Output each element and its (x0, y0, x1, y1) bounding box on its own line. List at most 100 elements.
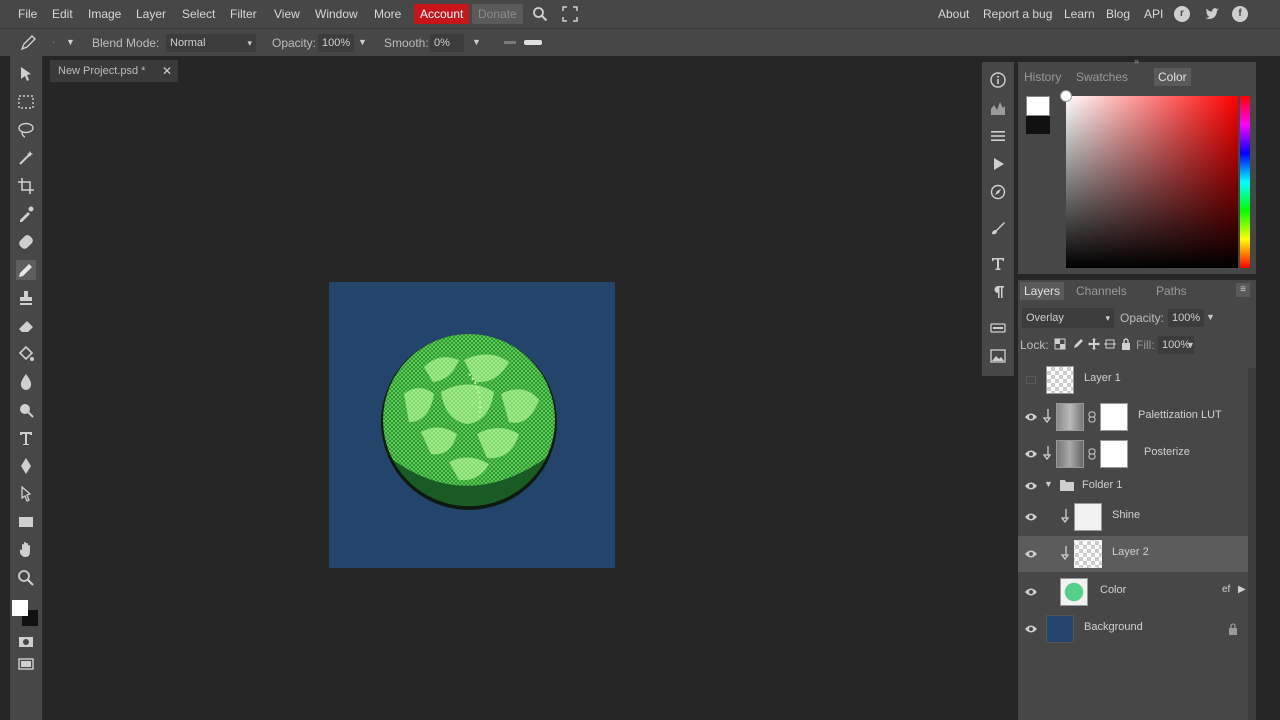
type-tool-icon[interactable] (16, 428, 36, 448)
search-icon[interactable] (532, 6, 548, 22)
zoom-tool-icon[interactable] (16, 568, 36, 588)
actions-play-icon[interactable] (988, 154, 1008, 174)
paint-bucket-icon[interactable] (16, 344, 36, 364)
lasso-icon[interactable] (16, 120, 36, 140)
eye-icon[interactable] (1024, 479, 1038, 493)
quick-mask-icon[interactable] (16, 632, 36, 652)
pen-tool-icon[interactable] (16, 456, 36, 476)
foreground-color-swatch-front[interactable] (12, 600, 28, 616)
menu-window[interactable]: Window (313, 4, 360, 24)
path-select-icon[interactable] (16, 484, 36, 504)
report-bug-link[interactable]: Report a bug (981, 4, 1054, 24)
eye-icon[interactable] (1024, 547, 1038, 561)
pencil-tool-icon[interactable] (20, 35, 38, 51)
opacity-input[interactable]: 100% (318, 34, 355, 52)
layer-row[interactable]: Posterize (1018, 436, 1248, 472)
close-icon[interactable]: ✕ (162, 60, 172, 82)
layer-group-row[interactable]: ▼ Folder 1 (1018, 473, 1248, 499)
tab-paths[interactable]: Paths (1152, 282, 1191, 300)
tab-channels[interactable]: Channels (1072, 282, 1131, 300)
layer-row[interactable]: Layer 1 (1018, 362, 1248, 398)
layer-row[interactable]: Background (1018, 611, 1248, 647)
background-color-preview[interactable] (1026, 116, 1050, 134)
layer-opacity-input[interactable]: 100% (1168, 309, 1205, 327)
menu-layer[interactable]: Layer (134, 4, 168, 24)
learn-link[interactable]: Learn (1062, 4, 1097, 24)
menu-file[interactable]: File (16, 4, 39, 24)
layer-row[interactable]: Palettization LUT (1018, 399, 1248, 435)
pressure-size-toggle-icon[interactable] (524, 40, 542, 45)
blend-mode-select[interactable]: Normal ▾ (166, 34, 256, 52)
properties-icon[interactable] (988, 126, 1008, 146)
css-icon[interactable] (988, 318, 1008, 338)
link-icon[interactable] (1088, 411, 1096, 423)
chevron-down-icon[interactable]: ▼ (1044, 479, 1053, 489)
twitter-icon[interactable] (1204, 6, 1220, 22)
brush-settings-icon[interactable] (988, 218, 1008, 238)
rectangle-shape-icon[interactable] (16, 512, 36, 532)
eye-icon[interactable] (1024, 410, 1038, 424)
pressure-toggle-icon[interactable] (504, 41, 516, 44)
hand-tool-icon[interactable] (16, 540, 36, 560)
panel-collapse-icon[interactable]: » (1134, 56, 1139, 66)
pencil-icon[interactable] (16, 260, 36, 280)
opacity-caret-icon[interactable]: ▼ (358, 37, 367, 47)
histogram-icon[interactable] (988, 98, 1008, 118)
smooth-input[interactable]: 0% (430, 34, 464, 52)
menu-more[interactable]: More (372, 4, 403, 24)
lock-position-icon[interactable] (1088, 338, 1100, 350)
layers-scrollbar[interactable] (1248, 368, 1256, 720)
menu-filter[interactable]: Filter (228, 4, 259, 24)
panel-menu-icon[interactable]: ≡ (1236, 283, 1250, 297)
layer-opacity-caret-icon[interactable]: ▼ (1206, 312, 1215, 322)
menu-edit[interactable]: Edit (50, 4, 75, 24)
account-button[interactable]: Account (414, 4, 470, 24)
brush-size-dot-icon[interactable]: · (52, 37, 55, 47)
blur-tool-icon[interactable] (16, 372, 36, 392)
layer-row[interactable]: Color ef ▶ (1018, 574, 1248, 610)
api-link[interactable]: API (1142, 4, 1165, 24)
reddit-icon[interactable]: r (1174, 6, 1190, 22)
character-icon[interactable] (988, 254, 1008, 274)
fullscreen-icon[interactable] (562, 6, 578, 22)
tab-history[interactable]: History (1020, 68, 1065, 86)
donate-button[interactable]: Donate (472, 4, 523, 24)
blog-link[interactable]: Blog (1104, 4, 1132, 24)
eye-icon[interactable] (1024, 622, 1038, 636)
crop-tool-icon[interactable] (16, 176, 36, 196)
magic-wand-icon[interactable] (16, 148, 36, 168)
info-icon[interactable] (988, 70, 1008, 90)
lock-pixels-icon[interactable] (1072, 338, 1084, 350)
tab-color[interactable]: Color (1154, 68, 1191, 86)
layer-row[interactable]: Shine (1018, 499, 1248, 535)
foreground-color-preview[interactable] (1026, 96, 1050, 116)
document-tab[interactable]: New Project.psd * ✕ (50, 60, 178, 82)
healing-brush-icon[interactable] (16, 232, 36, 252)
eye-icon[interactable] (1024, 585, 1038, 599)
fill-caret-icon[interactable]: ▼ (1186, 340, 1195, 350)
tab-swatches[interactable]: Swatches (1072, 68, 1132, 86)
clone-stamp-icon[interactable] (16, 288, 36, 308)
lock-artboard-icon[interactable] (1104, 338, 1116, 350)
link-icon[interactable] (1088, 448, 1096, 460)
smooth-caret-icon[interactable]: ▼ (472, 37, 481, 47)
color-picker-handle[interactable] (1060, 90, 1072, 102)
about-link[interactable]: About (936, 4, 971, 24)
eraser-icon[interactable] (16, 316, 36, 336)
tab-layers[interactable]: Layers (1020, 282, 1065, 300)
canvas[interactable] (329, 282, 615, 568)
lock-all-icon[interactable] (1120, 338, 1132, 350)
layer-row-selected[interactable]: Layer 2 (1018, 536, 1248, 572)
menu-select[interactable]: Select (180, 4, 217, 24)
eye-icon[interactable] (1024, 510, 1038, 524)
paragraph-icon[interactable] (988, 282, 1008, 302)
image-icon[interactable] (988, 346, 1008, 366)
menu-view[interactable]: View (272, 4, 302, 24)
tool-preset-caret-icon[interactable]: ▼ (66, 37, 75, 47)
screen-mode-icon[interactable] (16, 654, 36, 674)
saturation-value-picker[interactable] (1060, 90, 1238, 268)
lock-transparency-icon[interactable] (1054, 338, 1066, 350)
eyedropper-icon[interactable] (16, 204, 36, 224)
move-tool-icon[interactable] (16, 64, 36, 84)
effects-badge[interactable]: ef (1222, 584, 1230, 595)
